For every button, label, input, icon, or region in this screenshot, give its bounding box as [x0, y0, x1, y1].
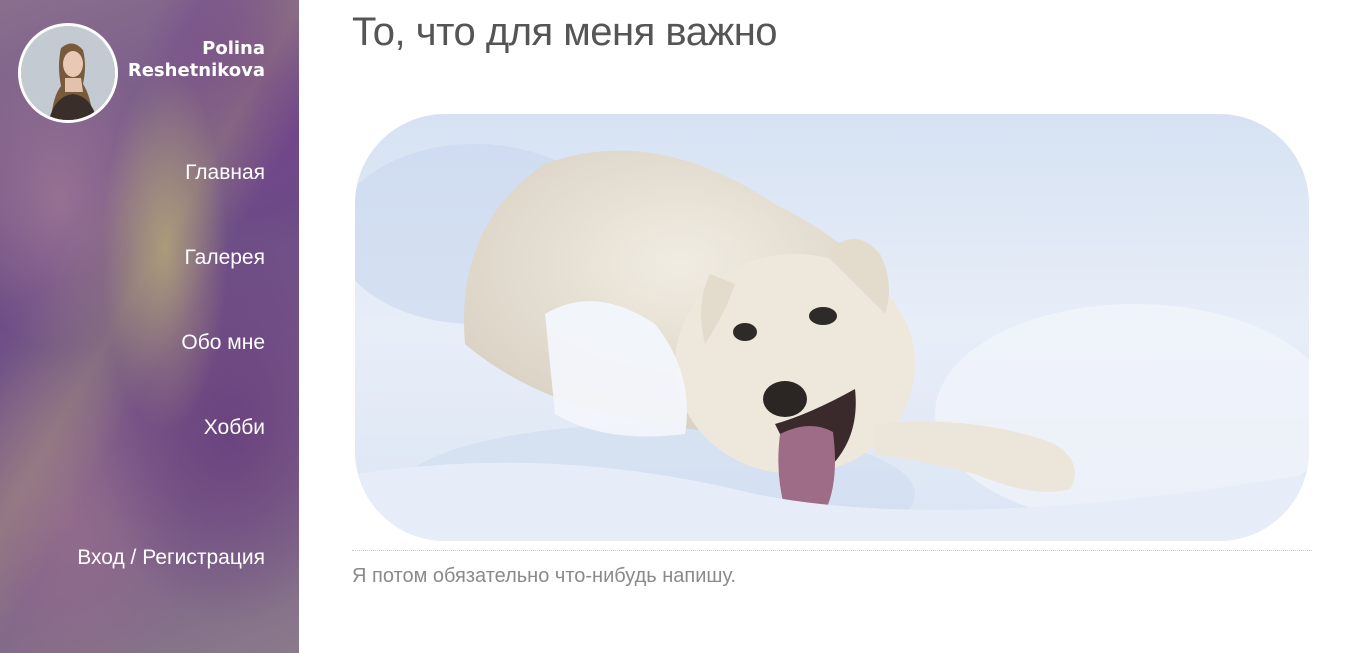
- nav-item-gallery[interactable]: Галерея: [184, 246, 265, 270]
- user-name: Polina Reshetnikova: [105, 38, 265, 82]
- user-first-name: Polina: [202, 38, 265, 59]
- dog-in-snow-photo: [355, 114, 1309, 541]
- avatar[interactable]: [18, 23, 118, 123]
- sidebar: Polina Reshetnikova Главная Галерея Обо …: [0, 0, 299, 653]
- divider: [352, 550, 1312, 551]
- page-title: То, что для меня важно: [352, 10, 778, 54]
- caption-text: Я потом обязательно что-нибудь напишу.: [352, 565, 737, 587]
- nav-item-login-register[interactable]: Вход / Регистрация: [77, 546, 265, 570]
- avatar-photo: [21, 26, 115, 120]
- nav-item-about[interactable]: Обо мне: [181, 331, 265, 355]
- nav-item-hobby[interactable]: Хобби: [204, 416, 265, 440]
- nav-item-home[interactable]: Главная: [185, 161, 265, 185]
- user-last-name: Reshetnikova: [127, 60, 265, 81]
